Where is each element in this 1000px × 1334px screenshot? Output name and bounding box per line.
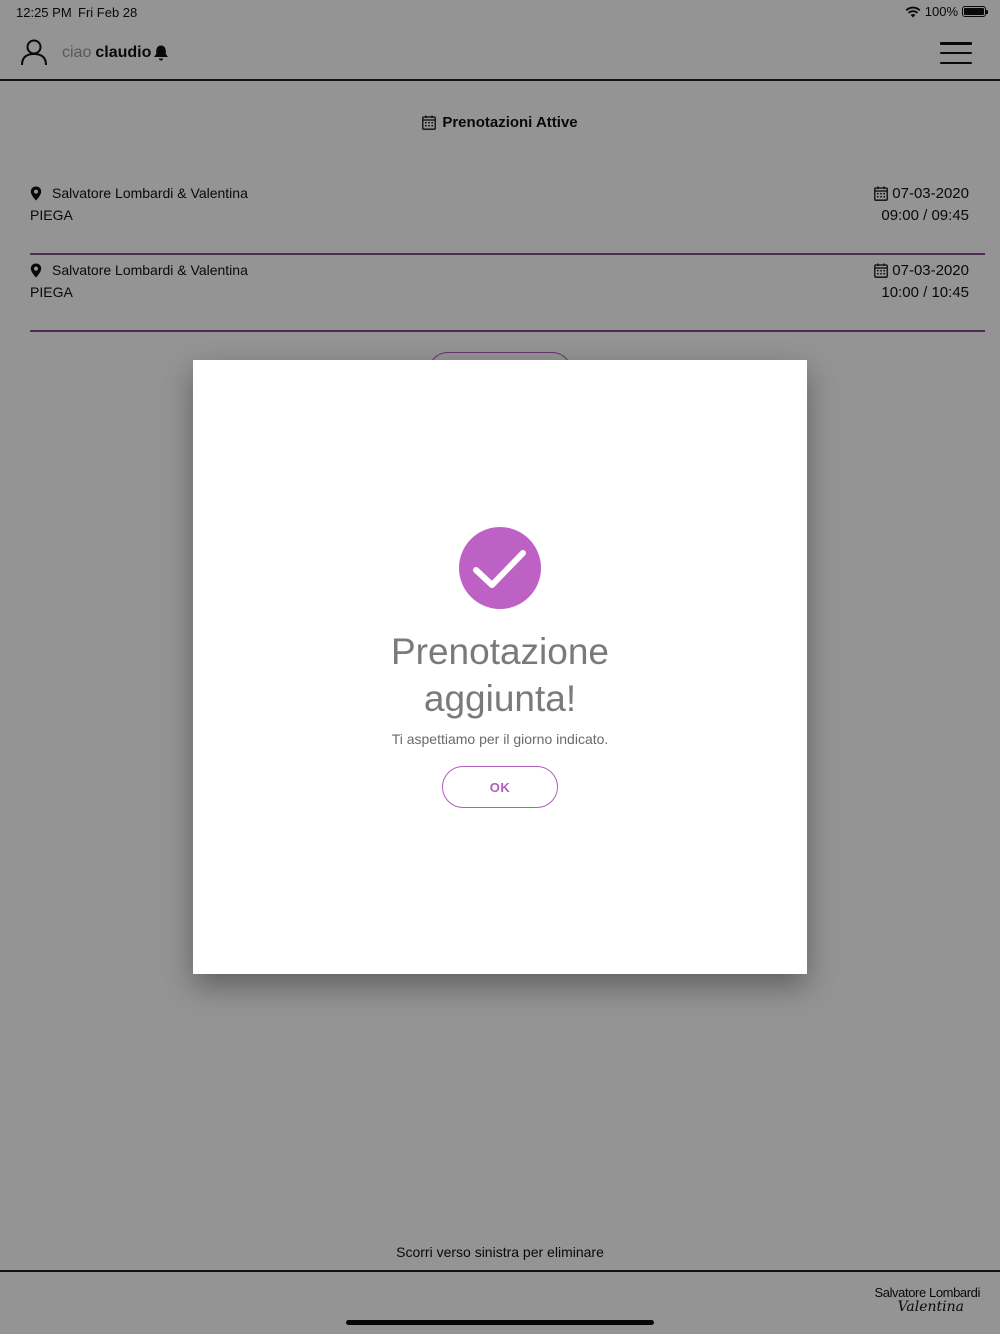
check-circle-icon	[459, 527, 541, 609]
dialog-title-line2: aggiunta!	[423, 678, 577, 719]
dialog-message: Ti aspettiamo per il giorno indicato.	[391, 731, 609, 747]
success-dialog: Prenotazione aggiunta! Ti aspettiamo per…	[193, 360, 807, 974]
dialog-title: Prenotazione aggiunta!	[193, 628, 807, 722]
ok-button[interactable]: OK	[442, 766, 558, 808]
dialog-title-line1: Prenotazione	[390, 631, 610, 672]
